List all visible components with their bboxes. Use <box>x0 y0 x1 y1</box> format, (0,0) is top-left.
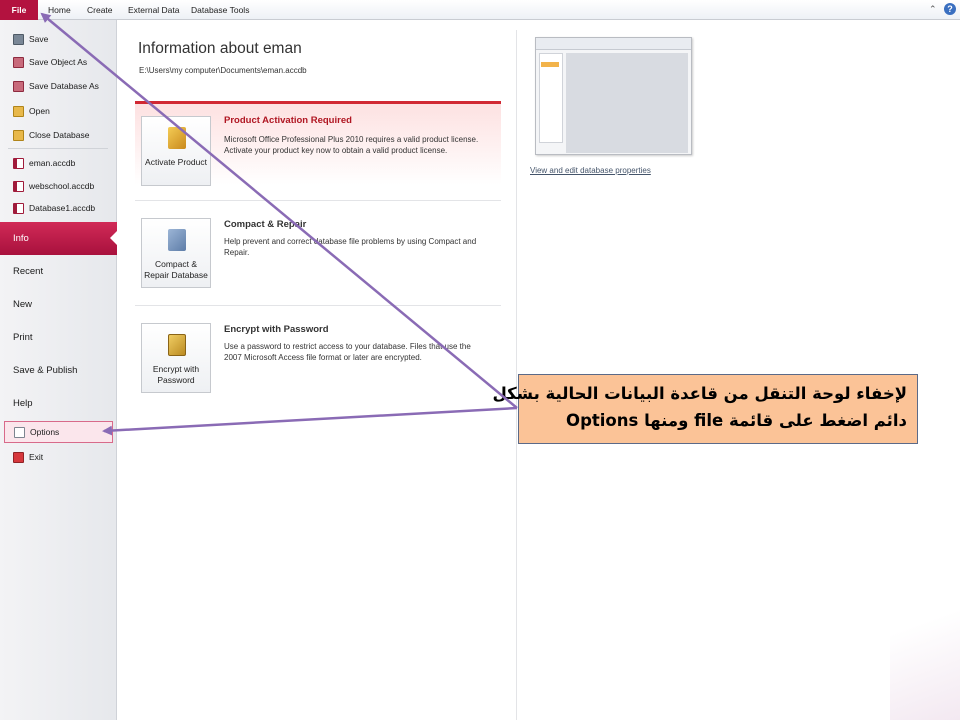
encrypt-title: Encrypt with Password <box>224 324 329 335</box>
database-thumbnail <box>535 37 692 155</box>
save-label: Save <box>29 34 49 44</box>
nav-info[interactable]: Info <box>0 222 118 255</box>
column-divider <box>516 30 517 720</box>
options-label: Options <box>30 427 60 437</box>
exit-command[interactable]: Exit <box>0 446 117 468</box>
recent-file-label: webschool.accdb <box>29 181 95 191</box>
lock-icon <box>168 334 186 356</box>
compact-repair-button[interactable]: Compact & Repair Database <box>141 218 211 288</box>
activate-product-button[interactable]: Activate Product <box>141 116 211 186</box>
recent-file-label: Database1.accdb <box>29 203 96 213</box>
exit-label: Exit <box>29 452 44 462</box>
nav-new[interactable]: New <box>0 288 117 321</box>
encrypt-with-password-button[interactable]: Encrypt with Password <box>141 323 211 393</box>
open-label: Open <box>29 106 50 116</box>
save-database-as-command[interactable]: Save Database As <box>0 75 117 97</box>
folder-close-icon <box>13 129 24 141</box>
panel-divider <box>135 200 501 201</box>
compact-repair-icon <box>168 229 186 251</box>
compact-repair-title: Compact & Repair <box>224 219 307 230</box>
nav-print[interactable]: Print <box>0 321 117 354</box>
nav-divider <box>8 148 108 149</box>
recent-file-item[interactable]: webschool.accdb <box>0 175 117 197</box>
help-icon[interactable]: ? <box>944 3 956 15</box>
nav-help[interactable]: Help <box>0 387 117 420</box>
compact-repair-panel: Compact & Repair Database Compact & Repa… <box>135 206 501 304</box>
tab-external-data[interactable]: External Data <box>120 0 188 20</box>
options-icon <box>14 426 25 438</box>
compact-repair-description: Help prevent and correct database file p… <box>224 237 477 257</box>
recent-file-label: eman.accdb <box>29 158 76 168</box>
save-database-as-label: Save Database As <box>29 81 99 91</box>
tab-home[interactable]: Home <box>40 0 79 20</box>
thumbnail-workspace <box>566 53 688 153</box>
thumbnail-ribbon <box>536 38 691 50</box>
recent-file-item[interactable]: eman.accdb <box>0 152 117 174</box>
close-database-command[interactable]: Close Database <box>0 124 117 146</box>
ribbon-controls: ⌃ ? <box>929 3 956 15</box>
ribbon-tab-bar: File Home Create External Data Database … <box>0 0 960 20</box>
save-object-as-command[interactable]: Save Object As <box>0 51 117 73</box>
backstage-nav: Save Save Object As Save Database As Ope… <box>0 20 118 720</box>
background-decoration <box>890 560 960 720</box>
encrypt-panel: Encrypt with Password Encrypt with Passw… <box>135 311 501 409</box>
encrypt-button-label: Encrypt with Password <box>152 364 200 385</box>
encrypt-description: Use a password to restrict access to you… <box>224 342 471 362</box>
nav-recent[interactable]: Recent <box>0 255 117 288</box>
save-database-as-icon <box>13 80 24 92</box>
minimize-ribbon-icon[interactable]: ⌃ <box>929 4 938 14</box>
access-file-icon <box>13 202 24 214</box>
view-edit-properties-link[interactable]: View and edit database properties <box>530 166 651 175</box>
activation-panel: Activate Product Product Activation Requ… <box>135 101 501 199</box>
exit-icon <box>13 451 24 463</box>
options-command[interactable]: Options <box>4 421 113 443</box>
save-command[interactable]: Save <box>0 28 117 50</box>
nav-save-publish[interactable]: Save & Publish <box>0 354 117 387</box>
annotation-line-1: لإخفاء لوحة التنقل من قاعدة البيانات الح… <box>492 384 907 403</box>
tab-file[interactable]: File <box>0 0 38 20</box>
info-page: Information about eman E:\Users\my compu… <box>118 20 960 720</box>
compact-repair-button-label: Compact & Repair Database <box>144 259 208 280</box>
activation-description: Microsoft Office Professional Plus 2010 … <box>224 135 479 155</box>
page-title: Information about eman <box>138 40 302 57</box>
thumbnail-nav-pane <box>539 53 563 143</box>
panel-divider <box>135 305 501 306</box>
annotation-line-2: دائم اضغط على قائمة file ومنها Options <box>566 411 907 430</box>
save-object-as-icon <box>13 56 24 68</box>
database-path: E:\Users\my computer\Documents\eman.accd… <box>139 66 307 75</box>
access-file-icon <box>13 180 24 192</box>
folder-open-icon <box>13 105 24 117</box>
close-database-label: Close Database <box>29 130 90 140</box>
activate-product-label: Activate Product <box>145 157 207 167</box>
access-file-icon <box>13 157 24 169</box>
activation-title: Product Activation Required <box>224 115 352 126</box>
save-icon <box>13 33 24 45</box>
open-command[interactable]: Open <box>0 100 117 122</box>
save-object-as-label: Save Object As <box>29 57 88 67</box>
key-icon <box>168 127 186 149</box>
tab-create[interactable]: Create <box>79 0 121 20</box>
annotation-callout: لإخفاء لوحة التنقل من قاعدة البيانات الح… <box>492 374 918 444</box>
tab-database-tools[interactable]: Database Tools <box>183 0 257 20</box>
recent-file-item[interactable]: Database1.accdb <box>0 197 117 219</box>
